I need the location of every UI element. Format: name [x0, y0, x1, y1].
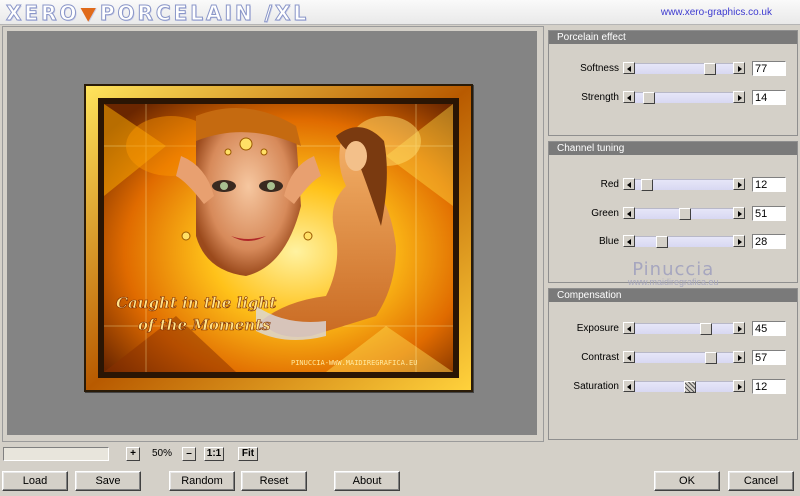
- right-arrow-icon[interactable]: [733, 91, 745, 103]
- zoom-level: 50%: [151, 448, 172, 459]
- slider-label: Softness: [580, 63, 619, 74]
- strength-slider[interactable]: [623, 91, 745, 104]
- left-arrow-icon[interactable]: [623, 91, 635, 103]
- slider-row-exposure: Exposure 45: [549, 321, 797, 337]
- right-arrow-icon[interactable]: [733, 235, 745, 247]
- logo-xl: /XL: [264, 1, 310, 26]
- slider-row-green: Green 51: [549, 206, 797, 222]
- load-button[interactable]: Load: [2, 471, 68, 491]
- slider-track[interactable]: [635, 179, 733, 191]
- blue-value-input[interactable]: 28: [752, 234, 786, 249]
- slider-row-red: Red 12: [549, 177, 797, 193]
- panel-porcelain-effect: Porcelain effect Softness 77 Strength 14: [548, 30, 798, 136]
- zoom-fit-button[interactable]: Fit: [238, 447, 258, 461]
- about-button[interactable]: About: [334, 471, 400, 491]
- slider-label: Contrast: [581, 352, 619, 363]
- saturation-slider[interactable]: [623, 380, 745, 393]
- slider-label: Strength: [581, 92, 619, 103]
- title-bar: XERO▼PORCELAIN /XL www.xero-graphics.co.…: [0, 0, 800, 26]
- website-link[interactable]: www.xero-graphics.co.uk: [661, 7, 772, 18]
- slider-track[interactable]: [635, 208, 733, 220]
- ok-button[interactable]: OK: [654, 471, 720, 491]
- right-arrow-icon[interactable]: [733, 207, 745, 219]
- softness-slider[interactable]: [623, 62, 745, 75]
- left-arrow-icon[interactable]: [623, 62, 635, 74]
- exposure-slider[interactable]: [623, 322, 745, 335]
- right-arrow-icon[interactable]: [733, 178, 745, 190]
- preview-canvas[interactable]: Caught in the light of the Moments PINUC…: [7, 31, 537, 435]
- progress-bar: [3, 447, 109, 461]
- left-arrow-icon[interactable]: [623, 322, 635, 334]
- slider-thumb[interactable]: [699, 323, 712, 335]
- left-arrow-icon[interactable]: [623, 207, 635, 219]
- red-value-input[interactable]: 12: [752, 177, 786, 192]
- logo-porcelain: PORCELAIN: [99, 1, 255, 26]
- slider-row-contrast: Contrast 57: [549, 350, 797, 366]
- slider-label: Blue: [598, 236, 619, 247]
- right-arrow-icon[interactable]: [733, 380, 745, 392]
- left-arrow-icon[interactable]: [623, 235, 635, 247]
- preview-caption-1: Caught in the light: [116, 294, 276, 312]
- preview-caption-2: of the Moments: [138, 316, 271, 334]
- slider-label: Exposure: [576, 323, 619, 334]
- panel-title: Channel tuning: [549, 142, 797, 155]
- green-value-input[interactable]: 51: [752, 206, 786, 221]
- preview-signature: PINUCCIA-WWW.MAIDIREGRAFICA.EU: [291, 359, 417, 367]
- slider-label: Saturation: [573, 381, 619, 392]
- logo-v-icon: ▼: [80, 2, 99, 24]
- left-arrow-icon[interactable]: [623, 380, 635, 392]
- softness-value-input[interactable]: 77: [752, 61, 786, 76]
- red-slider[interactable]: [623, 178, 745, 191]
- saturation-value-input[interactable]: 12: [752, 379, 786, 394]
- slider-thumb[interactable]: [704, 63, 717, 75]
- slider-thumb[interactable]: [705, 352, 718, 364]
- panel-title: Porcelain effect: [549, 31, 797, 44]
- slider-thumb[interactable]: [642, 92, 655, 104]
- slider-label: Green: [591, 208, 619, 219]
- contrast-slider[interactable]: [623, 351, 745, 364]
- exposure-value-input[interactable]: 45: [752, 321, 786, 336]
- right-arrow-icon[interactable]: [733, 62, 745, 74]
- zoom-actual-size-button[interactable]: 1:1: [204, 447, 224, 461]
- zoom-out-button[interactable]: –: [182, 447, 196, 461]
- green-slider[interactable]: [623, 207, 745, 220]
- right-arrow-icon[interactable]: [733, 351, 745, 363]
- slider-row-softness: Softness 77: [549, 61, 797, 77]
- slider-thumb[interactable]: [640, 179, 653, 191]
- save-button[interactable]: Save: [75, 471, 141, 491]
- left-arrow-icon[interactable]: [623, 351, 635, 363]
- slider-track[interactable]: [635, 381, 733, 393]
- slider-row-saturation: Saturation 12: [549, 379, 797, 395]
- panel-compensation: Compensation Exposure 45 Contrast 57 Sat…: [548, 288, 798, 440]
- contrast-value-input[interactable]: 57: [752, 350, 786, 365]
- strength-value-input[interactable]: 14: [752, 90, 786, 105]
- right-arrow-icon[interactable]: [733, 322, 745, 334]
- random-button[interactable]: Random: [169, 471, 235, 491]
- slider-label: Red: [600, 179, 619, 190]
- slider-thumb[interactable]: [678, 208, 691, 220]
- preview-image: Caught in the light of the Moments PINUC…: [84, 84, 473, 392]
- slider-track[interactable]: [635, 236, 733, 248]
- slider-thumb[interactable]: [656, 236, 669, 248]
- slider-track[interactable]: [635, 63, 733, 75]
- slider-thumb[interactable]: [683, 381, 696, 393]
- left-arrow-icon[interactable]: [623, 178, 635, 190]
- blue-slider[interactable]: [623, 235, 745, 248]
- logo-xero: XERO: [5, 1, 80, 26]
- slider-track[interactable]: [635, 352, 733, 364]
- slider-row-blue: Blue 28: [549, 234, 797, 250]
- slider-track[interactable]: [635, 323, 733, 335]
- zoom-in-button[interactable]: +: [126, 447, 140, 461]
- preview-panel: Caught in the light of the Moments PINUC…: [2, 26, 544, 442]
- app-logo: XERO▼PORCELAIN /XL: [5, 1, 310, 26]
- panel-channel-tuning: Channel tuning Red 12 Green 51 Blue 28: [548, 141, 798, 283]
- slider-row-strength: Strength 14: [549, 90, 797, 106]
- panel-title: Compensation: [549, 289, 797, 302]
- cancel-button[interactable]: Cancel: [728, 471, 794, 491]
- reset-button[interactable]: Reset: [241, 471, 307, 491]
- slider-track[interactable]: [635, 92, 733, 104]
